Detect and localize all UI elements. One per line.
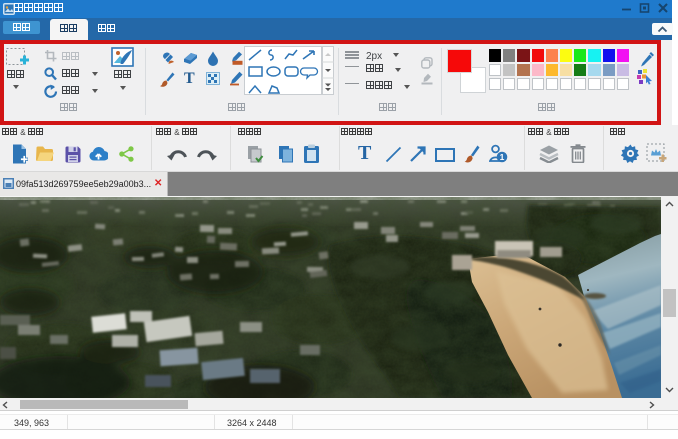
svg-text:1: 1 [500,152,505,162]
